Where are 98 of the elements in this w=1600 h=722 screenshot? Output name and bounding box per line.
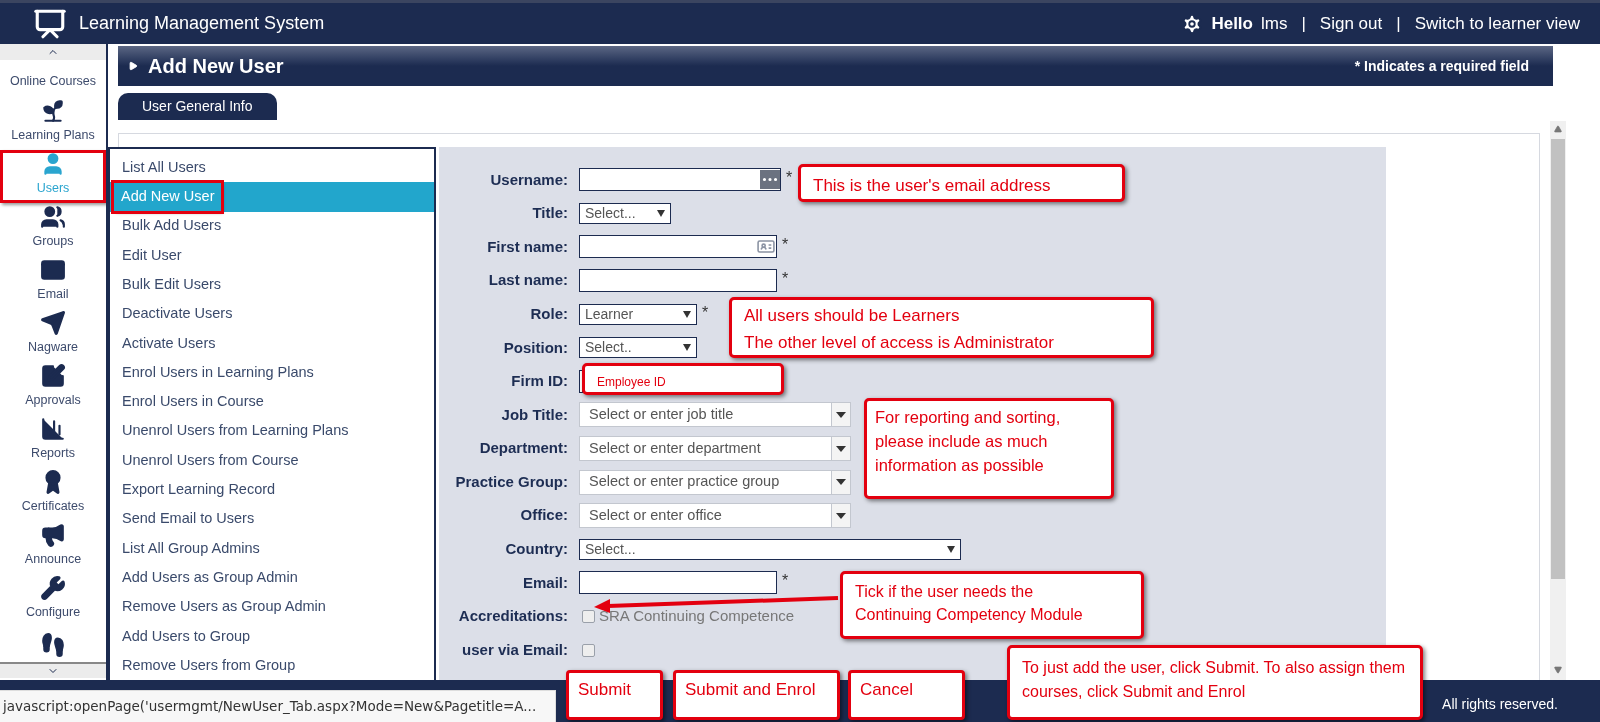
sidebar-item[interactable]: Learning Plans <box>0 97 106 150</box>
select-field[interactable]: Select... <box>579 202 671 224</box>
field-label: Job Title: <box>501 404 568 425</box>
action-button[interactable]: Cancel <box>848 670 965 720</box>
menu-item[interactable]: Add Users as Group Admin <box>110 563 434 593</box>
scroll-up-arrow-icon[interactable] <box>1554 125 1562 133</box>
field-label: Office: <box>520 505 568 526</box>
field-label: Title: <box>532 203 568 224</box>
select-field[interactable]: Select.. <box>579 337 697 359</box>
field-label: First name: <box>487 236 568 257</box>
sidebar-item[interactable]: Nagware <box>0 309 106 362</box>
page-title: Add New User <box>148 54 284 79</box>
group-icon <box>40 204 66 231</box>
menu-item[interactable]: Export Learning Record <box>110 475 434 505</box>
collapse-arrow-icon[interactable] <box>128 61 138 71</box>
greeting: Hello <box>1211 12 1253 35</box>
menu-item[interactable]: Unenrol Users from Learning Plans <box>110 416 434 446</box>
action-button[interactable]: Submit and Enrol <box>673 670 840 720</box>
menu-item[interactable]: Add Users to Group <box>110 621 434 652</box>
menu-item[interactable]: Activate Users <box>110 328 434 359</box>
menu-item[interactable]: Edit User <box>110 240 434 271</box>
copyright-text: All rights reserved. <box>1442 694 1558 714</box>
password-dots-icon <box>760 170 780 190</box>
sidebar-item[interactable]: Reports <box>0 415 106 468</box>
sidebar-item[interactable]: Configure <box>0 574 106 627</box>
field-label: user via Email: <box>462 639 568 660</box>
combo-field[interactable]: Select or enter practice group <box>579 469 851 495</box>
separator: | <box>1301 12 1306 35</box>
menu-item[interactable]: Enrol Users in Course <box>110 387 434 417</box>
menu-item[interactable]: List All Group Admins <box>110 533 434 564</box>
status-bar: javascript:openPage('usermgmt/NewUser_Tab.aspx?Mode=New&Pagetitle=A... <box>0 690 556 722</box>
menu-item[interactable]: Enrol Users in Learning Plans <box>110 358 434 388</box>
menu-item[interactable]: Send Email to Users <box>110 504 434 534</box>
sidebar-item[interactable]: Online Courses <box>0 60 106 97</box>
menu-item[interactable]: Remove Users from Group <box>110 651 434 680</box>
field-label: Last name: <box>488 270 568 291</box>
field-label: Email: <box>523 572 568 593</box>
separator: | <box>1396 12 1401 35</box>
checkbox[interactable] <box>582 610 595 623</box>
menu-item[interactable]: Deactivate Users <box>110 299 434 329</box>
header-link[interactable]: Sign out <box>1319 10 1383 37</box>
menu-item[interactable]: Unenrol Users from Course <box>110 445 434 476</box>
field-label: Username: <box>490 169 568 190</box>
callout-note: All users should be Learners The other level of access is Administrator <box>729 297 1154 358</box>
app-title: Learning Management System <box>79 12 325 35</box>
combo-field[interactable]: Select or enter job title <box>579 402 851 428</box>
callout-note: This is the user's email address <box>798 164 1125 202</box>
field-label: Practice Group: <box>455 471 568 492</box>
required-asterisk: * <box>782 571 789 592</box>
combo-field[interactable]: Select or enter department <box>579 436 851 462</box>
megaphone-icon <box>40 522 66 549</box>
dropdown-arrow-icon <box>657 209 665 217</box>
menu-item[interactable]: List All Users <box>110 153 434 183</box>
dropdown-arrow-icon <box>683 310 691 318</box>
footprints-icon <box>40 631 66 658</box>
field-label: Accreditations: <box>458 606 568 627</box>
callout-note: Tick if the user needs the Continuing Competency Module <box>840 571 1144 639</box>
menu-item[interactable]: Bulk Edit Users <box>110 270 434 300</box>
required-asterisk: * <box>786 168 793 189</box>
user-name: lms <box>1260 12 1288 35</box>
select-field[interactable]: Learner <box>579 303 697 325</box>
menu-item[interactable]: Bulk Add Users <box>110 211 434 241</box>
checkbox-label: SRA Continuing Competence <box>599 606 795 627</box>
callout-note: For reporting and sorting, please include as much information as possible <box>864 398 1114 499</box>
required-asterisk: * <box>782 269 789 290</box>
paper-plane-icon <box>40 310 66 337</box>
field-label: Role: <box>530 303 568 324</box>
text-field[interactable] <box>579 235 777 259</box>
combo-field[interactable]: Select or enter office <box>579 503 851 529</box>
sidebar-item[interactable]: Announce <box>0 521 106 574</box>
field-label: Country: <box>505 539 568 560</box>
tools-icon <box>40 575 66 602</box>
checkbox[interactable] <box>582 643 595 657</box>
text-field[interactable] <box>579 571 777 595</box>
scroll-down-arrow-icon[interactable] <box>1554 666 1562 674</box>
sidebar-item[interactable]: Certificates <box>0 468 106 521</box>
callout-note: Employee ID <box>582 363 784 395</box>
text-field[interactable] <box>579 269 777 293</box>
plant-icon <box>40 98 66 125</box>
header-link[interactable]: Switch to learner view <box>1414 10 1580 37</box>
dropdown-arrow-icon <box>683 344 691 352</box>
sidebar-item[interactable]: Email <box>0 256 106 309</box>
sidebar-item[interactable]: Approvals <box>0 362 106 415</box>
required-note: * Indicates a required field <box>1354 57 1529 76</box>
required-asterisk: * <box>702 303 709 324</box>
text-field[interactable] <box>579 168 781 192</box>
select-field[interactable]: Select... <box>579 538 961 560</box>
required-asterisk: * <box>782 235 789 256</box>
field-label: Department: <box>479 438 568 459</box>
menu-item[interactable]: Remove Users as Group Admin <box>110 592 434 622</box>
tab[interactable]: User General Info <box>118 93 277 120</box>
scrollbar[interactable] <box>1550 121 1566 680</box>
field-label: Position: <box>503 337 568 358</box>
dropdown-arrow-icon <box>947 545 955 553</box>
field-label: Firm ID: <box>511 371 568 392</box>
action-button[interactable]: Submit <box>566 670 663 720</box>
callout-note: To just add the user, click Submit. To also assign them courses, click Submit and Enrol <box>1007 645 1423 720</box>
sidebar-item[interactable]: Groups <box>0 203 106 256</box>
